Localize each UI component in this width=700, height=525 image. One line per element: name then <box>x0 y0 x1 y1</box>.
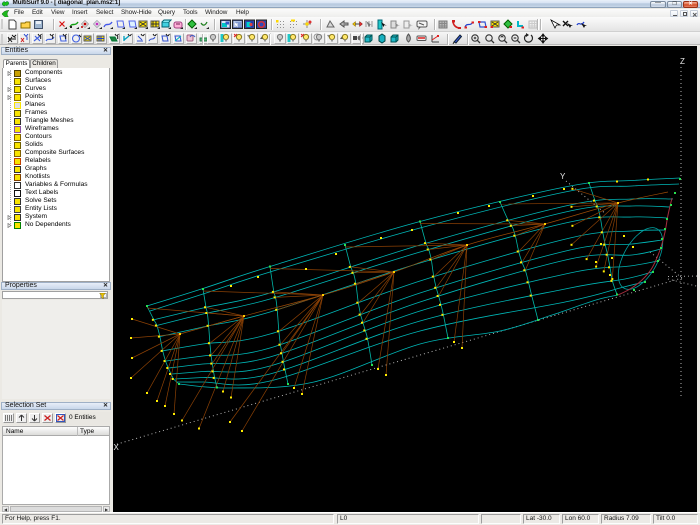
svg-text:Z: Z <box>680 57 685 66</box>
svg-text:X: X <box>114 443 120 452</box>
svg-text:Y: Y <box>560 172 566 181</box>
